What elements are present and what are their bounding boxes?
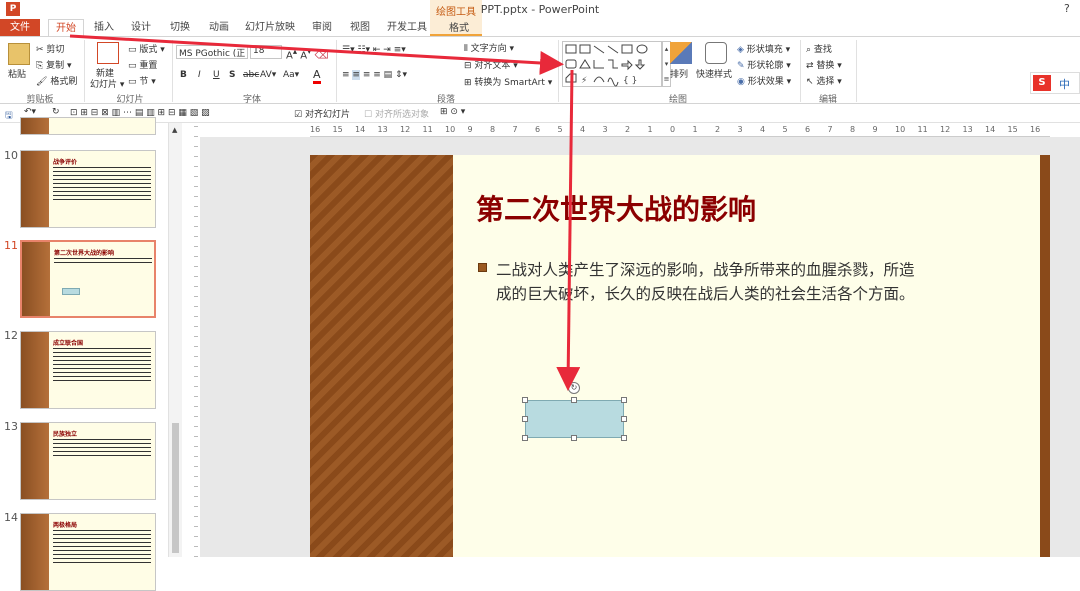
annotation-arrow-to-shape	[556, 69, 581, 391]
annotation-arrows	[69, 34, 581, 391]
annotation-arrow-to-shapes	[69, 34, 564, 75]
